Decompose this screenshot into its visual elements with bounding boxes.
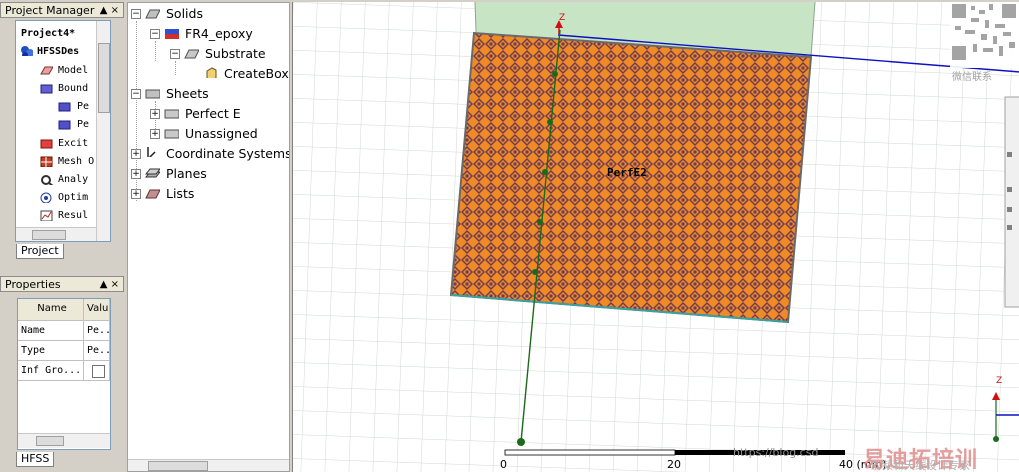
optimetrics-icon [40, 192, 52, 203]
scale-label-20: 20 [667, 458, 681, 471]
model-tree-hscroll[interactable] [128, 459, 289, 471]
hfss-design-icon [21, 46, 33, 56]
collapse-toggle[interactable]: − [150, 29, 160, 39]
modeler-viewport[interactable]: PerfE2 Z Z 0 20 40 (mm) https://blog.csd… [292, 2, 1019, 472]
project-tree-hscroll[interactable] [16, 227, 96, 241]
z-axis-label: Z [559, 13, 566, 23]
inf-ground-checkbox[interactable] [92, 365, 105, 378]
coordinate-systems-icon [147, 147, 156, 157]
triad-z-label: Z [996, 376, 1003, 386]
expand-toggle[interactable]: + [131, 169, 141, 179]
collapse-toggle[interactable]: − [131, 89, 141, 99]
scroll-thumb[interactable] [36, 436, 64, 446]
scale-bar [504, 449, 676, 456]
property-value[interactable]: Pe... [84, 341, 110, 361]
property-name: Type [18, 341, 84, 361]
project-manager-titlebar: Project Manager ▲ × [0, 2, 124, 18]
watermark-url: https://blog.csd [733, 446, 819, 459]
boundary-item-icon [58, 120, 71, 130]
sheets-icon [145, 89, 160, 99]
project-node[interactable]: Project4* [21, 25, 75, 43]
column-header-name[interactable]: Name [18, 299, 84, 321]
property-value[interactable]: Pe... [84, 321, 110, 341]
watermark-tagline: 射频和天线设计专家 [871, 459, 970, 472]
expand-toggle[interactable]: + [131, 149, 141, 159]
panel-controls[interactable]: ▲ × [100, 277, 119, 293]
material-icon [165, 29, 179, 39]
tab-hfss[interactable]: HFSS [16, 452, 55, 467]
expand-toggle[interactable]: + [131, 189, 141, 199]
model-icon [40, 66, 53, 75]
project-tree: Project4* HFSSDes Model Bound Pe Pe Exci… [15, 20, 111, 242]
property-name: Inf Gro... [18, 361, 84, 381]
project-manager-title: Project Manager [5, 4, 95, 17]
qr-caption: 微信联系 [952, 72, 992, 83]
analysis-icon [41, 175, 53, 185]
scroll-thumb[interactable] [148, 461, 208, 471]
solid-object-icon [184, 49, 199, 59]
property-name: Name [18, 321, 84, 341]
boundary-item-icon [58, 102, 71, 112]
collapse-toggle[interactable]: − [131, 9, 141, 19]
lists-icon [145, 189, 160, 199]
create-box-icon [206, 67, 217, 78]
excitations-icon [40, 139, 53, 149]
sheet-group-icon [164, 129, 179, 139]
collapse-toggle[interactable]: − [170, 49, 180, 59]
results-icon [40, 210, 53, 221]
tab-project[interactable]: Project [16, 244, 64, 259]
model-tree: − Solids − FR4_epoxy − Substrate CreateB… [127, 2, 290, 472]
properties-grid: Name Valu Name Pe... Type Pe... Inf Gro.… [17, 298, 111, 450]
mesh-icon [40, 156, 53, 167]
scroll-thumb[interactable] [98, 43, 110, 113]
boundaries-icon [40, 84, 53, 94]
solids-icon [145, 9, 160, 19]
planes-icon [145, 168, 160, 178]
expand-toggle[interactable]: + [150, 129, 160, 139]
expand-toggle[interactable]: + [150, 109, 160, 119]
viewport-canvas[interactable] [293, 2, 1019, 472]
scroll-thumb[interactable] [32, 230, 66, 240]
column-header-value[interactable]: Valu [84, 299, 110, 321]
sheet-group-icon [164, 109, 179, 119]
project-tree-vscroll[interactable] [96, 21, 110, 241]
object-label: PerfE2 [607, 166, 647, 179]
properties-titlebar: Properties ▲ × [0, 276, 124, 292]
property-value[interactable] [84, 361, 110, 381]
panel-controls[interactable]: ▲ × [100, 3, 119, 19]
properties-title: Properties [5, 278, 61, 291]
scale-label-0: 0 [500, 458, 507, 471]
properties-hscroll[interactable] [18, 433, 110, 448]
